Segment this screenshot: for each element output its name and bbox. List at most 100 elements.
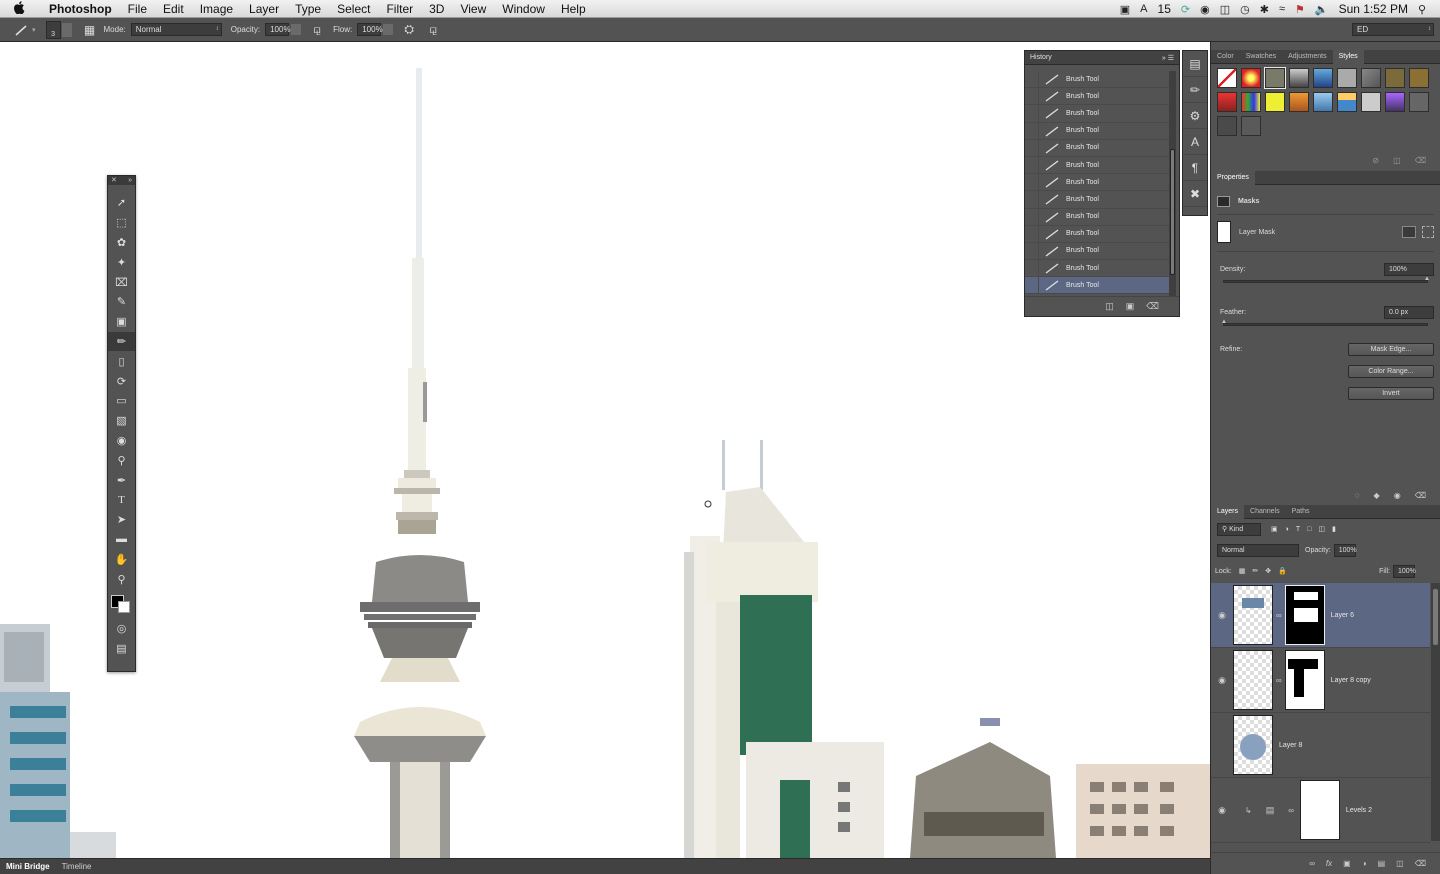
mode-select[interactable]: Normal ↕ bbox=[130, 23, 222, 36]
style-swatch[interactable] bbox=[1409, 92, 1429, 112]
brush-size-box[interactable]: 3 bbox=[45, 20, 61, 39]
tab-timeline[interactable]: Timeline bbox=[56, 862, 98, 871]
style-swatch[interactable] bbox=[1289, 68, 1309, 88]
style-swatch[interactable] bbox=[1264, 67, 1286, 89]
add-mask-icon[interactable]: ▣ bbox=[1343, 859, 1351, 868]
style-swatch[interactable] bbox=[1241, 92, 1261, 112]
kind-filter-select[interactable]: ⚲ Kind bbox=[1217, 522, 1261, 536]
layer-name[interactable]: Levels 2 bbox=[1346, 807, 1372, 814]
new-layer-icon[interactable]: ◫ bbox=[1396, 859, 1404, 868]
fill-dropdown[interactable] bbox=[1415, 566, 1424, 577]
tab-channels[interactable]: Channels bbox=[1244, 505, 1286, 519]
color-swatches[interactable] bbox=[108, 589, 135, 619]
history-item[interactable]: Brush Tool bbox=[1025, 208, 1169, 226]
background-color[interactable] bbox=[118, 600, 130, 613]
style-swatch[interactable] bbox=[1313, 92, 1333, 112]
close-icon[interactable]: ✕ bbox=[111, 176, 117, 185]
history-item[interactable]: Brush Tool bbox=[1025, 105, 1169, 123]
path-selection-tool-icon[interactable]: ➤ bbox=[108, 510, 135, 530]
layers-scrollbar[interactable] bbox=[1431, 583, 1440, 841]
style-swatch[interactable] bbox=[1217, 68, 1237, 88]
layer-row[interactable]: ◉ ∞ Layer 8 copy bbox=[1211, 648, 1430, 713]
style-swatch[interactable] bbox=[1313, 68, 1333, 88]
history-item[interactable]: Brush Tool bbox=[1025, 260, 1169, 278]
menu-3d[interactable]: 3D bbox=[421, 0, 452, 18]
airbrush-icon[interactable]: ⛭ bbox=[401, 22, 417, 38]
lock-transparent-icon[interactable]: ▦ bbox=[1239, 567, 1246, 575]
new-document-from-state-icon[interactable]: ◫ bbox=[1105, 301, 1114, 312]
style-swatch[interactable] bbox=[1241, 116, 1261, 136]
quick-mask-icon[interactable]: ◎ bbox=[108, 619, 135, 639]
new-adjustment-layer-icon[interactable]: ◑ bbox=[1362, 859, 1367, 868]
chevron-down-icon[interactable]: ▾ bbox=[32, 26, 36, 34]
layer-row[interactable]: Layer 8 bbox=[1211, 713, 1430, 778]
history-item[interactable]: Brush Tool bbox=[1025, 88, 1169, 106]
trash-icon[interactable]: ⌫ bbox=[1146, 301, 1159, 312]
layer-name[interactable]: Layer 6 bbox=[1331, 612, 1354, 619]
history-panel-icon[interactable]: ▤ bbox=[1183, 51, 1207, 77]
density-slider[interactable]: ▲ bbox=[1223, 276, 1430, 283]
layer-row[interactable]: ◉ ∞ Layer 6 bbox=[1211, 583, 1430, 648]
vector-mask-icon[interactable] bbox=[1422, 226, 1434, 238]
history-panel-titlebar[interactable]: History » ☰ bbox=[1025, 51, 1179, 65]
history-item[interactable]: Brush Tool bbox=[1025, 191, 1169, 209]
filter-toggle-icon[interactable]: ▮ bbox=[1332, 525, 1336, 533]
healing-brush-tool-icon[interactable]: ▣ bbox=[108, 312, 135, 332]
clock[interactable]: Sun 1:52 PM bbox=[1339, 2, 1408, 16]
lasso-tool-icon[interactable]: ✿ bbox=[108, 233, 135, 253]
menu-type[interactable]: Type bbox=[287, 0, 329, 18]
hand-tool-icon[interactable]: ✋ bbox=[108, 549, 135, 569]
tab-properties[interactable]: Properties bbox=[1211, 170, 1255, 185]
pressure-size-icon[interactable]: ⚼ bbox=[425, 22, 441, 38]
brush-tool-icon[interactable]: ✏ bbox=[108, 331, 135, 352]
history-item[interactable]: Brush Tool bbox=[1025, 122, 1169, 140]
link-icon[interactable]: ∞ bbox=[1276, 676, 1282, 685]
crop-tool-icon[interactable]: ⌧ bbox=[108, 272, 135, 292]
volume-icon[interactable]: 🔈 bbox=[1315, 3, 1329, 16]
layer-mask-thumbnail[interactable] bbox=[1284, 650, 1325, 710]
menu-file[interactable]: File bbox=[120, 0, 155, 18]
menu-window[interactable]: Window bbox=[494, 0, 553, 18]
scrollbar-thumb[interactable] bbox=[1170, 149, 1175, 275]
link-layers-icon[interactable]: ∞ bbox=[1309, 859, 1315, 868]
app-menu[interactable]: Photoshop bbox=[41, 0, 120, 18]
visibility-eye-icon[interactable]: ◉ bbox=[1211, 610, 1233, 621]
style-swatch[interactable] bbox=[1241, 68, 1261, 88]
scrollbar-thumb[interactable] bbox=[1433, 589, 1438, 645]
menu-edit[interactable]: Edit bbox=[155, 0, 192, 18]
layer-name[interactable]: Layer 8 bbox=[1279, 742, 1302, 749]
tab-styles[interactable]: Styles bbox=[1332, 49, 1364, 64]
opacity-dropdown[interactable] bbox=[291, 24, 302, 35]
brush-size-dropdown[interactable] bbox=[61, 22, 72, 37]
layer-style-fx-icon[interactable]: fx bbox=[1326, 859, 1332, 868]
tab-layers[interactable]: Layers bbox=[1211, 504, 1245, 519]
marquee-tool-icon[interactable]: ⬚ bbox=[108, 213, 135, 233]
type-filter-icon[interactable]: T bbox=[1296, 526, 1300, 533]
adobe-icon[interactable]: A bbox=[1140, 3, 1147, 15]
lock-all-icon[interactable]: 🔒 bbox=[1278, 567, 1287, 575]
brush-preset-icon[interactable] bbox=[14, 22, 30, 38]
collapse-icon[interactable]: » bbox=[128, 176, 132, 185]
tools-panel-header[interactable]: ✕ » bbox=[108, 176, 135, 185]
wifi-icon[interactable]: ≈ bbox=[1279, 3, 1285, 15]
sync-icon[interactable]: ⟳ bbox=[1181, 3, 1190, 16]
shape-filter-icon[interactable]: □ bbox=[1307, 526, 1311, 533]
adjustment-filter-icon[interactable]: ◑ bbox=[1285, 526, 1289, 533]
slider-thumb[interactable]: ▲ bbox=[1221, 319, 1227, 325]
style-swatch[interactable] bbox=[1217, 116, 1237, 136]
eyedropper-tool-icon[interactable]: ✎ bbox=[108, 292, 135, 312]
layer-opacity-field[interactable]: 100% bbox=[1333, 543, 1357, 557]
pressure-opacity-icon[interactable]: ⚼ bbox=[309, 22, 325, 38]
layer-opacity-dropdown[interactable] bbox=[1356, 545, 1365, 556]
paragraph-panel-icon[interactable]: ¶ bbox=[1183, 155, 1207, 181]
style-swatch[interactable] bbox=[1409, 68, 1429, 88]
screen-mode-icon[interactable]: ▤ bbox=[108, 639, 135, 659]
pixel-mask-icon[interactable] bbox=[1402, 226, 1416, 238]
brush-panel-icon[interactable]: ▦ bbox=[82, 22, 98, 38]
tab-mini-bridge[interactable]: Mini Bridge bbox=[0, 862, 56, 871]
brush-presets-icon[interactable]: ✏ bbox=[1183, 77, 1207, 103]
history-item[interactable]: Brush Tool bbox=[1025, 225, 1169, 243]
blur-tool-icon[interactable]: ◉ bbox=[108, 431, 135, 451]
feather-field[interactable]: 0.0 px bbox=[1384, 305, 1434, 319]
lock-image-icon[interactable]: ✏ bbox=[1252, 567, 1258, 575]
